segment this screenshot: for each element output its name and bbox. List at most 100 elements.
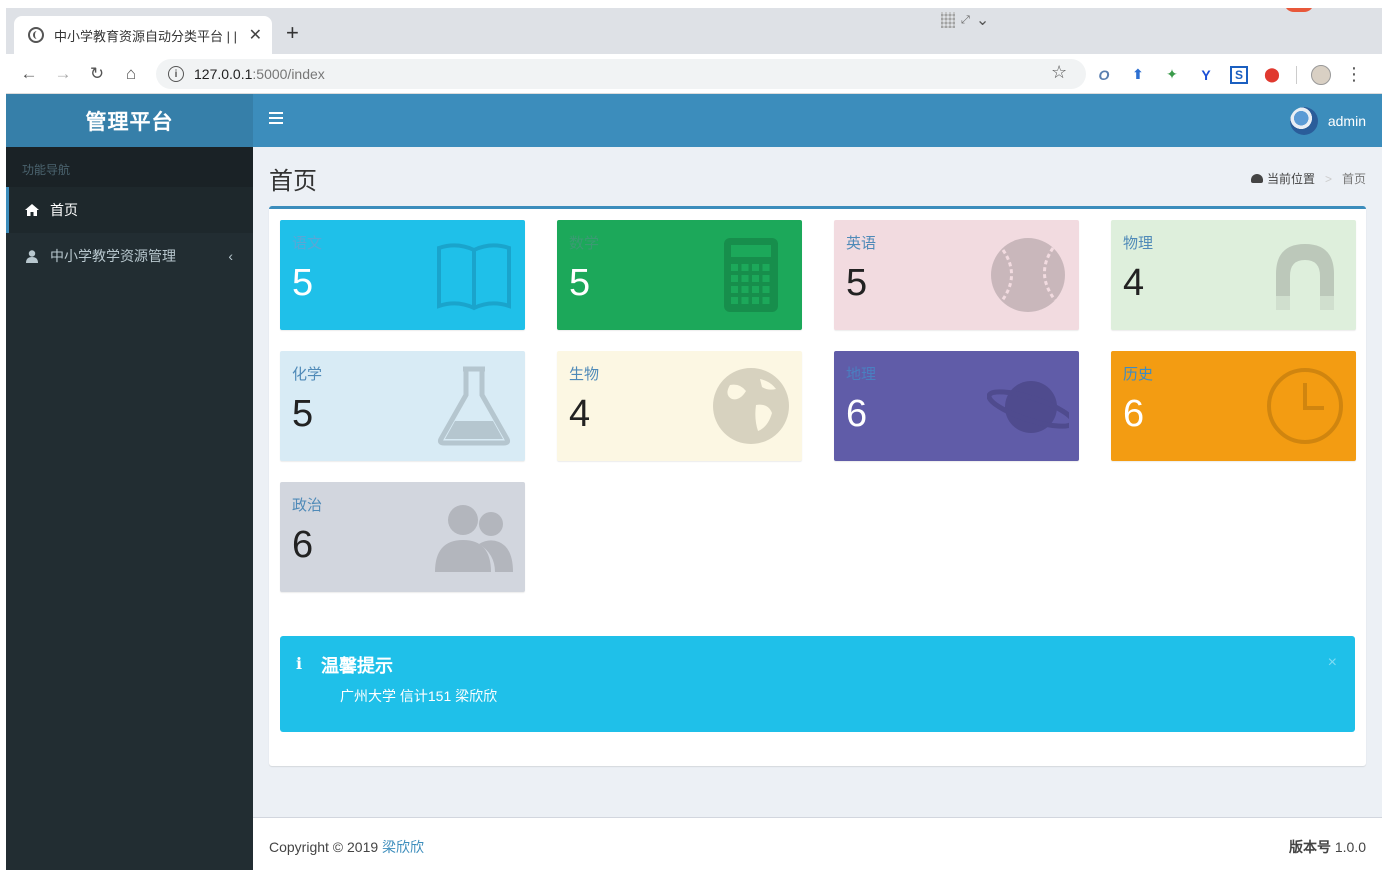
subject-tile[interactable]: 地理 6 [834,351,1079,461]
subject-label: 政治 [292,497,323,514]
sidebar-item-home[interactable]: 首页 [6,187,253,233]
breadcrumb-root[interactable]: 当前位置 [1267,170,1315,187]
subject-tile[interactable]: 生物 4 [557,351,802,461]
magnet-icon [1264,234,1346,316]
avatar [1289,107,1318,135]
bookmark-star-icon[interactable]: ☆ [1051,62,1067,83]
version-number: 1.0.0 [1334,839,1366,855]
reload-icon[interactable]: ↻ [80,64,114,84]
grid-icon[interactable] [941,12,955,28]
toolbar-divider [1296,65,1297,84]
tab-title: 中小学教育资源自动分类平台 | | [54,28,237,44]
forward-icon[interactable]: → [46,64,80,84]
app-container: 管理平台 功能导航 首页 中小学教学资源管理 ‹ admin 首页 当前位置 >… [6,94,1382,870]
browser-window: 中小学教育资源自动分类平台 | | ✕ + ⤢ ⌄ ← → ↻ ⌂ i 127.… [6,8,1382,870]
subject-count: 5 [292,393,314,435]
copyright-text: Copyright © 2019 [269,839,379,855]
callout-title: 温馨提示 [321,656,393,676]
tab-strip: 中小学教育资源自动分类平台 | | ✕ + ⤢ ⌄ [6,8,1382,54]
version-label: 版本号 [1288,839,1331,855]
user-name: admin [1327,113,1366,129]
subject-tile[interactable]: 语文 5 [280,220,525,330]
info-icon[interactable]: i [168,66,184,82]
subject-label: 化学 [292,366,323,383]
subject-count: 4 [569,393,591,435]
globe-icon [710,365,792,447]
subject-label: 生物 [569,366,600,383]
footer: Copyright © 2019 梁欣欣 版本号 1.0.0 [253,817,1382,870]
extension-arrow-icon[interactable]: ⬆ [1128,65,1148,85]
subject-label: 数学 [569,235,600,252]
content-wrapper: 首页 当前位置 > 首页 语文 5 数学 5 英语 5 物理 4 化学 5 生物 4 地理 6 历史 6 政治 6… [253,147,1382,817]
tab-close-icon[interactable]: ✕ [249,25,262,45]
subject-count: 6 [292,524,314,566]
info-callout: i 温馨提示 广州大学 信计151 梁欣欣 × [280,636,1355,732]
globe-icon [28,27,44,43]
breadcrumb-separator: > [1324,171,1332,186]
page-title: 首页 [269,168,317,195]
users-icon [433,496,515,578]
breadcrumb: 当前位置 > 首页 [1250,170,1366,187]
sidebar-item-label: 中小学教学资源管理 [50,248,176,264]
flask-icon [433,365,515,447]
subject-count: 5 [569,262,591,304]
close-icon[interactable]: × [1328,654,1337,672]
version: 版本号 1.0.0 [1289,837,1366,857]
subject-label: 地理 [846,366,877,383]
extension-icons: O ⬆ ✦ Y S ⬤ ⋮ [1094,64,1363,85]
extension-s-icon[interactable]: S [1230,65,1248,84]
book-icon [433,234,515,316]
home-icon [24,204,40,216]
sidebar-header: 功能导航 [6,147,253,187]
back-icon[interactable]: ← [12,64,46,84]
subject-tile[interactable]: 化学 5 [280,351,525,461]
info-icon: i [296,654,303,673]
browser-tab[interactable]: 中小学教育资源自动分类平台 | | ✕ [14,16,272,54]
home-button-icon[interactable]: ⌂ [114,64,148,84]
profile-avatar[interactable] [1311,64,1331,85]
subject-count: 5 [846,262,868,304]
extension-leaf-icon[interactable]: ✦ [1162,65,1182,85]
subject-tile[interactable]: 历史 6 [1111,351,1356,461]
extension-o-icon[interactable]: O [1094,65,1114,85]
top-navbar: admin [253,94,1382,147]
browser-toolbar: ← → ↻ ⌂ i 127.0.0.1:5000/index ☆ O ⬆ ✦ Y… [6,54,1382,94]
extension-y-icon[interactable]: Y [1196,65,1216,85]
subject-count: 5 [292,262,314,304]
extension-pin-icon[interactable]: ⬤ [1262,65,1282,85]
menu-toggle-icon[interactable] [269,112,283,124]
subject-label: 历史 [1123,366,1154,383]
subject-tile[interactable]: 物理 4 [1111,220,1356,330]
dashboard-icon [1250,174,1263,183]
subject-count: 4 [1123,262,1145,304]
copyright: Copyright © 2019 梁欣欣 [269,837,424,857]
menu-dots-icon[interactable]: ⋮ [1345,64,1363,85]
chevron-down-icon[interactable]: ⌄ [976,10,989,30]
subject-tile[interactable]: 数学 5 [557,220,802,330]
sidebar-item-label: 首页 [50,202,78,218]
user-icon [24,249,40,263]
url-path: :5000/index [252,66,325,82]
author-link[interactable]: 梁欣欣 [382,839,424,855]
logo[interactable]: 管理平台 [6,94,253,147]
extension-badge [1284,8,1314,12]
fullscreen-icon[interactable]: ⤢ [961,14,970,27]
subject-tile[interactable]: 英语 5 [834,220,1079,330]
calculator-icon [710,234,792,316]
subject-count: 6 [1123,393,1145,435]
address-bar[interactable]: i 127.0.0.1:5000/index [156,59,1086,89]
subject-label: 英语 [846,235,877,252]
planet-icon [986,365,1076,447]
subject-label: 语文 [292,235,323,252]
baseball-icon [987,234,1069,316]
sidebar: 管理平台 功能导航 首页 中小学教学资源管理 ‹ [6,94,253,870]
sidebar-item-resources[interactable]: 中小学教学资源管理 ‹ [6,233,253,279]
callout-text: 广州大学 信计151 梁欣欣 [340,688,498,704]
chevron-left-icon[interactable]: ‹ [228,248,233,264]
dashboard-box: 语文 5 数学 5 英语 5 物理 4 化学 5 生物 4 地理 6 历史 6 政治 6 i 温馨提示 广州大学 … [269,206,1366,766]
new-tab-button[interactable]: + [286,22,299,44]
subject-tile[interactable]: 政治 6 [280,482,525,592]
clock-icon [1264,365,1346,447]
user-menu[interactable]: admin [1289,107,1366,135]
url-host: 127.0.0.1 [194,66,253,82]
